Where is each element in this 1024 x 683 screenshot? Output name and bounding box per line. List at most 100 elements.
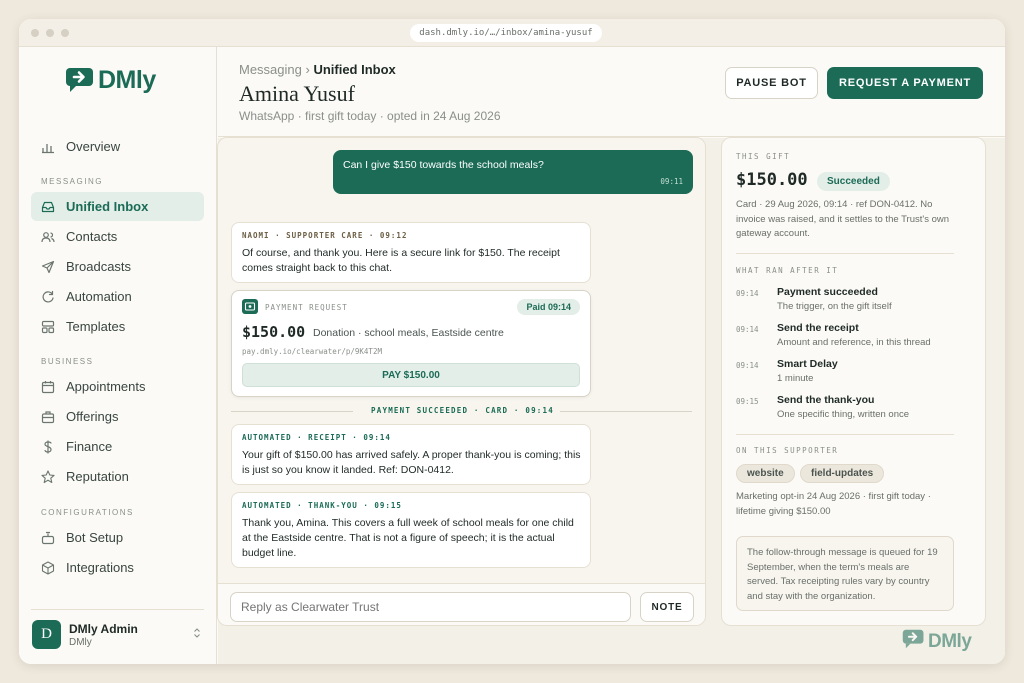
star-icon — [41, 469, 55, 484]
briefcase-icon — [41, 410, 55, 424]
step-title: Payment succeeded — [777, 286, 878, 298]
step-title: Send the receipt — [777, 322, 859, 334]
sidebar-item-finance[interactable]: Finance — [31, 432, 204, 461]
sidebar-item-bot-setup[interactable]: Bot Setup — [31, 523, 204, 552]
calendar-icon — [41, 380, 55, 394]
payment-description: Donation · school meals, Eastside centre — [313, 327, 504, 339]
reply-input[interactable] — [230, 592, 631, 622]
contact-subtitle: WhatsApp · first gift today · opted in 2… — [239, 109, 501, 123]
section-label-supporter: ON THIS SUPPORTER — [736, 446, 839, 455]
sidebar-item-label: Broadcasts — [66, 259, 132, 274]
section-label-this-gift: THIS GIFT — [736, 152, 791, 161]
sidebar-item-integrations[interactable]: Integrations — [31, 553, 204, 582]
refresh-icon — [41, 290, 55, 304]
browser-titlebar: dash.dmly.io/…/inbox/amina-yusuf — [19, 19, 1005, 47]
breadcrumb-current: Unified Inbox — [313, 62, 396, 77]
step-time: 09:14 — [736, 325, 759, 334]
agent-reply-message: NAOMI · SUPPORTER CARE · 09:12 Of course… — [231, 222, 591, 283]
message-text: Of course, and thank you. Here is a secu… — [242, 247, 560, 274]
payment-event-divider: PAYMENT SUCCEEDED · CARD · 09:14 — [371, 406, 554, 415]
automated-receipt-message: AUTOMATED · RECEIPT · 09:14 Your gift of… — [231, 424, 591, 485]
step-subtitle: 1 minute — [777, 373, 814, 384]
contacts-icon — [41, 230, 55, 244]
sidebar: DMly Overview MESSAGING Unified Inbox Co… — [19, 47, 217, 664]
payment-request-label: PAYMENT REQUEST — [265, 303, 348, 312]
sidebar-item-offerings[interactable]: Offerings — [31, 402, 204, 431]
status-badge: Succeeded — [817, 172, 890, 191]
payment-icon — [242, 299, 258, 314]
sidebar-item-appointments[interactable]: Appointments — [31, 372, 204, 401]
window-maximize-dot[interactable] — [61, 29, 69, 37]
breadcrumb-parent[interactable]: Messaging › — [239, 62, 310, 77]
step-time: 09:15 — [736, 397, 759, 406]
page-title: Amina Yusuf — [239, 81, 355, 106]
section-label-configurations: CONFIGURATIONS — [41, 508, 134, 517]
sidebar-item-label: Integrations — [66, 560, 134, 575]
user-menu[interactable]: D DMly Admin DMly — [31, 609, 204, 659]
step-subtitle: The trigger, on the gift itself — [777, 301, 892, 312]
payment-link[interactable]: pay.dmly.io/clearwater/p/9K4T2M — [242, 347, 382, 356]
sidebar-item-label: Unified Inbox — [66, 199, 149, 214]
brand-logo[interactable]: DMly — [65, 65, 156, 95]
sidebar-item-automation[interactable]: Automation — [31, 282, 204, 311]
corner-brand-logo: DMly — [902, 629, 972, 654]
tag-website[interactable]: website — [736, 464, 795, 483]
dmly-logo-icon — [65, 67, 95, 93]
breadcrumb: Messaging › Unified Inbox — [239, 62, 396, 77]
sidebar-item-unified-inbox[interactable]: Unified Inbox — [31, 192, 204, 221]
chevron-updown-icon — [192, 626, 202, 644]
sidebar-item-templates[interactable]: Templates — [31, 312, 204, 341]
pay-button[interactable]: PAY $150.00 — [242, 363, 580, 387]
composer: NOTE — [218, 583, 705, 625]
step-subtitle: One specific thing, written once — [777, 409, 910, 420]
step-title: Send the thank-you — [777, 394, 875, 406]
section-label-messaging: MESSAGING — [41, 177, 103, 186]
message-label: NAOMI · SUPPORTER CARE · 09:12 — [242, 231, 408, 240]
window-minimize-dot[interactable] — [46, 29, 54, 37]
tag-field-updates[interactable]: field-updates — [800, 464, 885, 483]
templates-icon — [41, 320, 55, 334]
supporter-detail-text: Marketing opt-in 24 Aug 2026 · first gif… — [736, 491, 931, 517]
section-label-business: BUSINESS — [41, 357, 94, 366]
sidebar-item-label: Reputation — [66, 469, 129, 484]
sidebar-item-label: Contacts — [66, 229, 118, 244]
pause-bot-button[interactable]: PAUSE BOT — [725, 67, 818, 99]
sidebar-item-overview[interactable]: Overview — [31, 132, 204, 161]
section-label-what-ran: WHAT RAN AFTER IT — [736, 266, 839, 275]
message-label: AUTOMATED · THANK-YOU · 09:15 — [242, 501, 402, 510]
followup-note: The follow-through message is queued for… — [736, 536, 954, 611]
user-org: DMly — [69, 636, 92, 648]
brand-name: DMly — [98, 65, 156, 94]
sidebar-item-label: Bot Setup — [66, 530, 124, 545]
dollar-icon — [41, 440, 55, 454]
payment-request-card: PAYMENT REQUEST Paid 09:14 $150.00 Donat… — [231, 290, 591, 397]
sidebar-item-contacts[interactable]: Contacts — [31, 222, 204, 251]
note-button[interactable]: NOTE — [640, 592, 694, 622]
sidebar-item-reputation[interactable]: Reputation — [31, 462, 204, 491]
sidebar-item-label: Overview — [66, 139, 121, 154]
sidebar-item-broadcasts[interactable]: Broadcasts — [31, 252, 204, 281]
step-subtitle: Amount and reference, in this thread — [777, 337, 931, 348]
page-header: Messaging › Unified Inbox Amina Yusuf Wh… — [218, 47, 1005, 137]
message-text: Your gift of $150.00 has arrived safely.… — [242, 449, 581, 476]
window-close-dot[interactable] — [31, 29, 39, 37]
user-name: DMly Admin — [69, 621, 138, 636]
message-time: 09:11 — [660, 177, 683, 186]
inbox-icon — [41, 200, 55, 214]
bar-chart-icon — [41, 140, 55, 154]
sidebar-item-label: Templates — [66, 319, 126, 334]
send-icon — [41, 260, 55, 274]
request-payment-button[interactable]: REQUEST A PAYMENT — [827, 67, 983, 99]
step-time: 09:14 — [736, 289, 759, 298]
brand-name: DMly — [928, 630, 972, 652]
divider — [736, 434, 954, 435]
sidebar-item-label: Finance — [66, 439, 113, 454]
payment-amount: $150.00 — [242, 323, 306, 341]
gift-amount: $150.00 — [736, 170, 808, 190]
address-bar[interactable]: dash.dmly.io/…/inbox/amina-yusuf — [410, 24, 602, 42]
message-label: AUTOMATED · RECEIPT · 09:14 — [242, 433, 391, 442]
message-text: Can I give $150 towards the school meals… — [343, 159, 544, 171]
paid-status-badge: Paid 09:14 — [517, 299, 580, 315]
gift-details-panel: THIS GIFT $150.00 Succeeded Card · 29 Au… — [721, 137, 986, 626]
avatar: D — [32, 620, 61, 649]
